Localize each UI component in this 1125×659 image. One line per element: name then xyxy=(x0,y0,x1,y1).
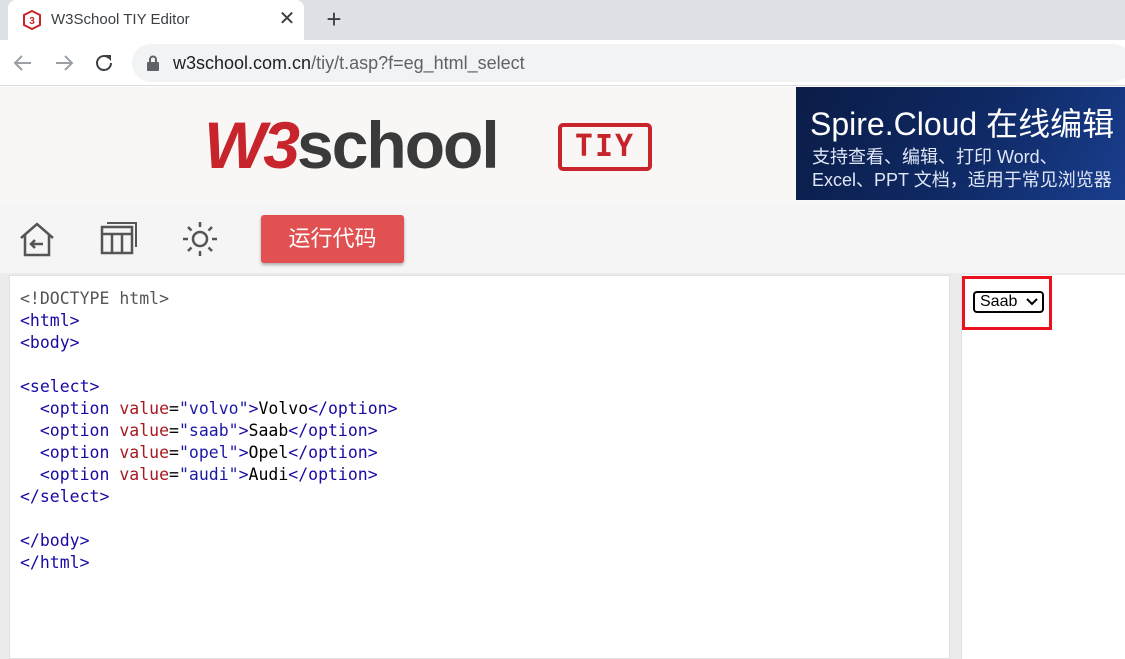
address-bar[interactable]: w3school.com.cn/tiy/t.asp?f=eg_html_sele… xyxy=(132,44,1125,82)
browser-toolbar: w3school.com.cn/tiy/t.asp?f=eg_html_sele… xyxy=(0,40,1125,86)
tab-strip: 3 W3School TIY Editor ✕ + xyxy=(0,0,1125,40)
result-frame: Saab xyxy=(961,275,1125,659)
code-line: </body> xyxy=(20,530,398,552)
layout-icon[interactable] xyxy=(98,219,138,259)
code-line: <html> xyxy=(20,310,398,332)
code-line: </html> xyxy=(20,552,398,574)
url-host: w3school.com.cn xyxy=(173,53,312,73)
tab-title: W3School TIY Editor xyxy=(51,11,190,28)
code-token: "volvo" xyxy=(178,399,249,418)
ad-title: Spire.Cloud 在线编辑 xyxy=(810,106,1115,142)
code-token: </html> xyxy=(20,553,90,572)
code-token: <html> xyxy=(20,311,80,330)
workspace: <!DOCTYPE html> <html> <body> <select> <op… xyxy=(0,273,1125,659)
code-token: > xyxy=(238,443,249,462)
code-line: <option value="saab">Saab</option> xyxy=(20,420,398,442)
code-token: <option xyxy=(39,465,120,484)
code-token: = xyxy=(169,443,179,462)
logo-school: school xyxy=(297,108,500,182)
code-token: Audi xyxy=(248,465,289,484)
url-text: w3school.com.cn/tiy/t.asp?f=eg_html_sele… xyxy=(173,53,525,74)
logo-w3: W3 xyxy=(204,108,300,182)
code-line: <option value="opel">Opel</option> xyxy=(20,442,398,464)
reload-icon[interactable] xyxy=(91,50,117,76)
code-token: Saab xyxy=(248,421,289,440)
tiy-badge: TIY xyxy=(558,123,652,171)
browser-tab[interactable]: 3 W3School TIY Editor ✕ xyxy=(8,0,304,40)
code-token: <!DOCTYPE html> xyxy=(20,289,170,308)
editor-toolbar: 运行代码 xyxy=(0,205,1125,273)
w3school-logo[interactable]: W3school xyxy=(204,108,500,182)
svg-text:3: 3 xyxy=(29,16,35,27)
code-token: </body> xyxy=(20,531,90,550)
code-token: </option> xyxy=(308,399,398,418)
code-token: <body> xyxy=(20,333,80,352)
code-token: > xyxy=(238,421,249,440)
code-line: <option value="volvo">Volvo</option> xyxy=(20,398,398,420)
code-token: = xyxy=(169,421,179,440)
code-content[interactable]: <!DOCTYPE html> <html> <body> <select> <op… xyxy=(20,288,398,574)
code-token: "opel" xyxy=(178,443,239,462)
code-token: Volvo xyxy=(258,399,309,418)
code-token: <option xyxy=(39,421,120,440)
code-token: value xyxy=(119,421,170,440)
site-header: W3school TIY Spire.Cloud 在线编辑 支持查看、编辑、打印… xyxy=(0,87,1125,205)
chevron-down-icon xyxy=(1026,298,1038,306)
code-token: value xyxy=(119,443,170,462)
lock-icon xyxy=(147,55,159,71)
code-line: </select> xyxy=(20,486,398,508)
home-back-icon[interactable] xyxy=(17,219,57,259)
brightness-icon[interactable] xyxy=(180,219,220,259)
back-arrow-icon[interactable] xyxy=(10,50,36,76)
code-token: </option> xyxy=(288,465,378,484)
code-token: = xyxy=(169,465,179,484)
code-line: <body> xyxy=(20,332,398,354)
forward-arrow-icon[interactable] xyxy=(51,50,77,76)
code-line: <select> xyxy=(20,376,398,398)
code-token: </select> xyxy=(20,487,110,506)
select-value: Saab xyxy=(980,293,1018,310)
close-tab-icon[interactable]: ✕ xyxy=(276,8,298,30)
code-token: value xyxy=(119,399,170,418)
code-token: > xyxy=(238,465,249,484)
code-token: "saab" xyxy=(178,421,239,440)
code-token: </option> xyxy=(288,443,378,462)
ad-banner[interactable]: Spire.Cloud 在线编辑 支持查看、编辑、打印 Word、 Excel、… xyxy=(796,87,1125,200)
car-select[interactable]: Saab xyxy=(973,291,1044,313)
code-token: <select> xyxy=(20,377,100,396)
code-token: <option xyxy=(39,443,120,462)
code-editor[interactable]: <!DOCTYPE html> <html> <body> <select> <op… xyxy=(9,275,950,659)
ad-line-2: Excel、PPT 文档，适用于常见浏览器 xyxy=(812,170,1112,190)
url-path: /tiy/t.asp?f=eg_html_select xyxy=(311,53,525,73)
code-token: value xyxy=(119,465,170,484)
w3school-favicon-icon: 3 xyxy=(23,10,41,30)
code-token: <option xyxy=(39,399,120,418)
code-line: <option value="audi">Audi</option> xyxy=(20,464,398,486)
code-token: "audi" xyxy=(178,465,239,484)
code-token: Opel xyxy=(248,443,289,462)
new-tab-button[interactable]: + xyxy=(320,6,348,34)
code-line: <!DOCTYPE html> xyxy=(20,288,398,310)
code-token: </option> xyxy=(288,421,378,440)
code-token: = xyxy=(169,399,179,418)
code-token: > xyxy=(248,399,259,418)
run-code-button[interactable]: 运行代码 xyxy=(261,215,404,263)
